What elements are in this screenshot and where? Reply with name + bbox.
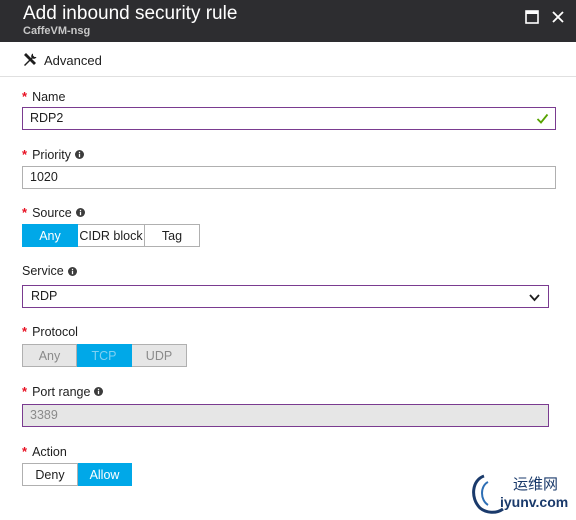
tools-icon (24, 53, 37, 66)
watermark: 运维网 iyunv.com (470, 470, 574, 518)
protocol-option-tcp: TCP (77, 344, 132, 367)
protocol-label-row: * Protocol (22, 324, 78, 339)
service-dropdown[interactable]: RDP (22, 285, 549, 308)
action-label: Action (32, 444, 67, 459)
required-asterisk: * (22, 444, 28, 459)
source-selector: Any CIDR block Tag (22, 224, 200, 247)
protocol-label: Protocol (32, 324, 78, 339)
service-label-row: Service (22, 264, 77, 278)
service-label: Service (22, 264, 64, 278)
service-value: RDP (31, 289, 58, 303)
priority-input[interactable]: 1020 (22, 166, 556, 189)
required-asterisk: * (22, 147, 28, 162)
source-option-tag[interactable]: Tag (145, 224, 200, 247)
required-asterisk: * (22, 205, 28, 220)
required-asterisk: * (22, 384, 28, 399)
port-range-label-row: * Port range (22, 384, 104, 399)
action-selector: Deny Allow (22, 463, 132, 486)
port-range-input: 3389 (22, 404, 549, 427)
required-asterisk: * (22, 324, 28, 339)
chevron-down-icon (529, 294, 540, 302)
action-option-deny[interactable]: Deny (22, 463, 78, 486)
name-input[interactable]: RDP2 (22, 107, 556, 130)
close-icon[interactable] (550, 9, 566, 25)
info-icon[interactable] (75, 208, 85, 217)
maximize-icon[interactable] (524, 9, 540, 25)
protocol-option-udp: UDP (132, 344, 187, 367)
source-label-row: * Source (22, 205, 85, 220)
source-option-cidr-block[interactable]: CIDR block (78, 224, 145, 247)
priority-value: 1020 (30, 170, 58, 184)
info-icon[interactable] (94, 387, 104, 396)
info-icon[interactable] (67, 266, 77, 276)
source-option-any[interactable]: Any (22, 224, 78, 247)
watermark-en-text: iyunv.com (500, 494, 569, 510)
blade-subtitle: CaffeVM-nsg (23, 25, 91, 37)
source-label: Source (32, 205, 72, 220)
protocol-selector: Any TCP UDP (22, 344, 187, 367)
name-label: Name (32, 89, 66, 104)
required-asterisk: * (22, 89, 28, 104)
watermark-cn-text: 运维网 (513, 476, 559, 493)
advanced-button[interactable]: Advanced (22, 51, 102, 69)
name-value: RDP2 (30, 111, 64, 125)
priority-label-row: * Priority (22, 147, 84, 162)
checkmark-icon (536, 113, 549, 124)
port-range-label: Port range (32, 384, 91, 399)
protocol-option-any: Any (22, 344, 77, 367)
info-icon[interactable] (74, 150, 84, 159)
action-option-allow[interactable]: Allow (78, 463, 132, 486)
blade-title: Add inbound security rule (23, 3, 238, 24)
name-label-row: * Name (22, 89, 65, 104)
port-range-value: 3389 (30, 408, 58, 422)
blade-header: Add inbound security rule CaffeVM-nsg (0, 0, 576, 42)
action-label-row: * Action (22, 444, 67, 459)
advanced-label: Advanced (44, 52, 102, 68)
priority-label: Priority (32, 147, 71, 162)
command-bar: Advanced (0, 42, 576, 77)
